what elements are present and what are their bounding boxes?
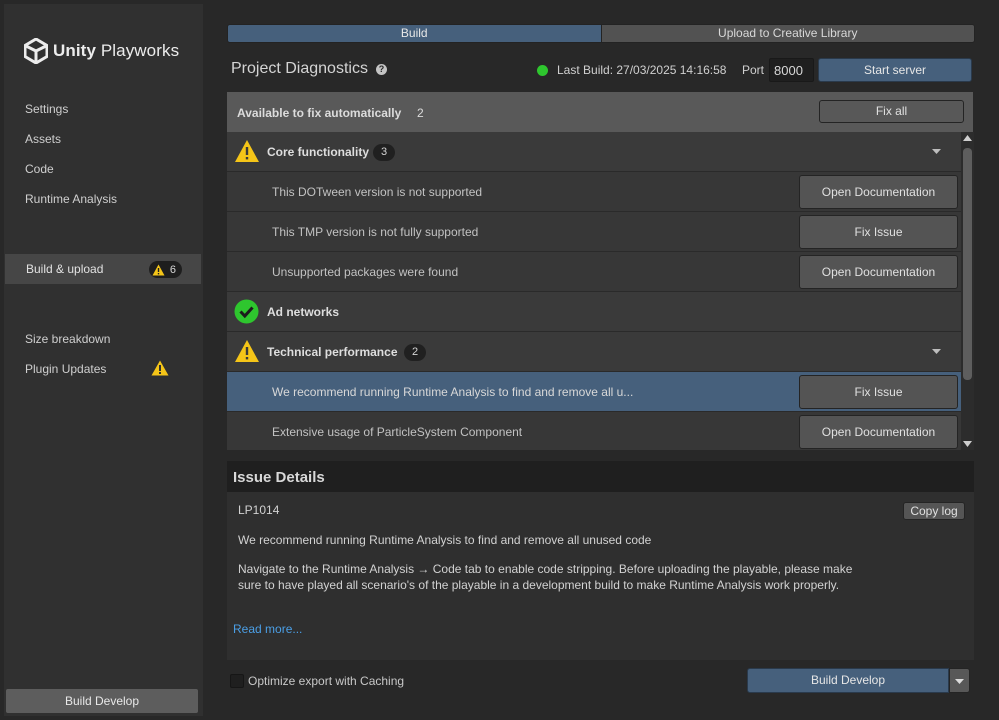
sidebar-item-build-upload[interactable]: Build & upload 6 xyxy=(5,254,201,284)
port-input[interactable] xyxy=(769,58,814,82)
category-label: Technical performance xyxy=(267,345,398,359)
tab-upload-creative-library[interactable]: Upload to Creative Library xyxy=(601,25,974,42)
logo-text: Unity Playworks xyxy=(53,41,180,60)
warning-icon xyxy=(152,264,165,275)
sidebar-item-assets[interactable]: Assets xyxy=(4,124,201,154)
unity-logo-icon xyxy=(24,38,48,64)
scroll-up-arrow-icon[interactable] xyxy=(963,135,972,141)
help-icon[interactable]: ? xyxy=(375,63,387,75)
open-documentation-button[interactable]: Open Documentation xyxy=(799,415,958,449)
issue-text: We recommend running Runtime Analysis to… xyxy=(272,385,634,399)
sidebar-item-plugin-updates[interactable]: Plugin Updates xyxy=(4,354,201,384)
issue-details-body: LP1014 Copy log We recommend running Run… xyxy=(227,492,974,660)
sidebar-item-code[interactable]: Code xyxy=(4,154,201,184)
tab-build[interactable]: Build xyxy=(228,25,602,42)
sidebar-item-settings[interactable]: Settings xyxy=(4,94,201,124)
category-count-badge: 3 xyxy=(373,144,395,161)
category-count-badge: 2 xyxy=(404,344,426,361)
unity-playworks-logo: Unity Playworks xyxy=(24,38,179,64)
check-icon xyxy=(234,299,259,324)
issue-text: Extensive usage of ParticleSystem Compon… xyxy=(272,425,523,439)
top-tabs: Build Upload to Creative Library xyxy=(227,24,975,43)
warning-icon xyxy=(151,360,169,376)
copy-log-button[interactable]: Copy log xyxy=(903,502,965,520)
fix-all-button[interactable]: Fix all xyxy=(819,100,964,123)
issue-row[interactable]: Extensive usage of ParticleSystem Compon… xyxy=(227,412,961,450)
issue-description: Navigate to the Runtime Analysis → Code … xyxy=(238,562,853,592)
open-documentation-button[interactable]: Open Documentation xyxy=(799,255,958,289)
scrollbar-thumb[interactable] xyxy=(963,148,972,380)
chevron-down-icon xyxy=(955,679,964,684)
fix-issue-button[interactable]: Fix Issue xyxy=(799,375,958,409)
optimize-caching-label: Optimize export with Caching xyxy=(248,674,405,688)
issue-text: This TMP version is not fully supported xyxy=(272,225,479,239)
open-documentation-button[interactable]: Open Documentation xyxy=(799,175,958,209)
scroll-down-arrow-icon[interactable] xyxy=(963,441,972,447)
issue-text: This DOTween version is not supported xyxy=(272,185,483,199)
issue-text: Unsupported packages were found xyxy=(272,265,459,279)
issue-code: LP1014 xyxy=(238,503,280,517)
fix-issue-button[interactable]: Fix Issue xyxy=(799,215,958,249)
read-more-link[interactable]: Read more... xyxy=(233,622,302,636)
issue-list: Core functionality 3 This DOTween versio… xyxy=(227,132,961,450)
optimize-caching-checkbox[interactable] xyxy=(230,674,244,688)
category-technical-performance[interactable]: Technical performance 2 xyxy=(227,332,961,372)
issue-row-selected[interactable]: We recommend running Runtime Analysis to… xyxy=(227,372,961,412)
port-label: Port xyxy=(742,63,765,77)
warning-count-badge: 6 xyxy=(148,261,182,278)
sidebar-build-develop-button[interactable]: Build Develop xyxy=(6,689,198,713)
category-core-functionality[interactable]: Core functionality 3 xyxy=(227,132,961,172)
chevron-down-icon[interactable] xyxy=(932,349,941,355)
warning-icon xyxy=(235,340,259,362)
issue-list-scrollbar[interactable] xyxy=(961,132,974,450)
server-status-dot xyxy=(537,65,548,76)
auto-fix-bar: Available to fix automatically 2 Fix all xyxy=(227,92,973,132)
auto-fix-count: 2 xyxy=(417,106,424,120)
chevron-down-icon[interactable] xyxy=(932,149,941,155)
build-develop-button[interactable]: Build Develop xyxy=(747,668,949,693)
issue-row[interactable]: This TMP version is not fully supported … xyxy=(227,212,961,252)
category-label: Ad networks xyxy=(267,305,340,319)
warning-icon xyxy=(235,140,259,162)
issue-row[interactable]: This DOTween version is not supported Op… xyxy=(227,172,961,212)
issue-details-header: Issue Details xyxy=(227,461,974,492)
issue-row[interactable]: Unsupported packages were found Open Doc… xyxy=(227,252,961,292)
auto-fix-label: Available to fix automatically xyxy=(237,106,402,120)
start-server-button[interactable]: Start server xyxy=(818,58,972,82)
category-label: Core functionality xyxy=(267,145,370,159)
category-ad-networks[interactable]: Ad networks xyxy=(227,292,961,332)
sidebar: Unity Playworks Settings Assets Code Run… xyxy=(4,4,203,716)
sidebar-item-runtime-analysis[interactable]: Runtime Analysis xyxy=(4,184,201,214)
project-diagnostics-title: Project Diagnostics ? xyxy=(231,60,387,78)
sidebar-item-size-breakdown[interactable]: Size breakdown xyxy=(4,324,201,354)
issue-summary: We recommend running Runtime Analysis to… xyxy=(238,533,652,547)
last-build-label: Last Build: 27/03/2025 14:16:58 xyxy=(557,63,727,77)
build-options-dropdown[interactable] xyxy=(949,668,970,693)
